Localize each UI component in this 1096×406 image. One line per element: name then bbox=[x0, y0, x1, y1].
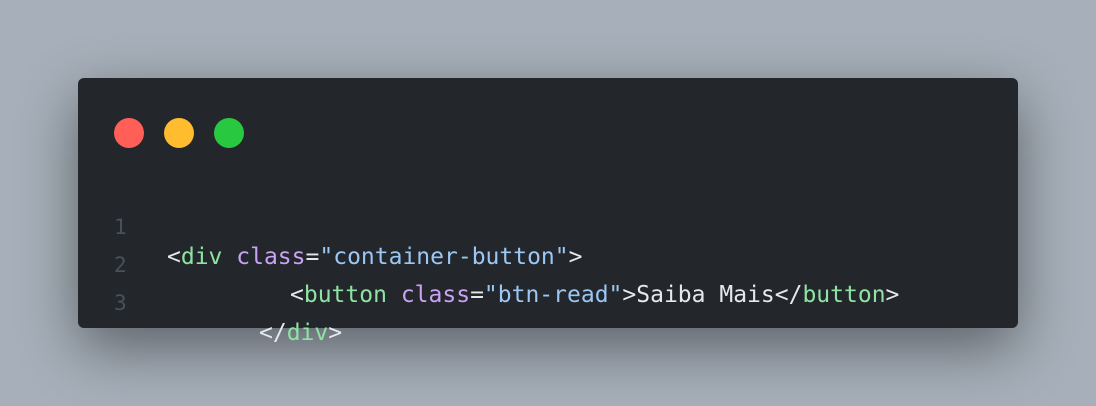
code-text-content: Saiba Mais bbox=[636, 282, 775, 308]
code-string: "container-button" bbox=[319, 244, 569, 270]
code-punct: > bbox=[622, 282, 637, 308]
code-text: <div class="container-button"> bbox=[167, 242, 582, 272]
code-text: </div> bbox=[259, 318, 342, 348]
maximize-window-button[interactable] bbox=[214, 118, 244, 148]
code-window: 1 <div class="container-button"> 2 <butt… bbox=[78, 78, 1018, 346]
code-line-3: 3 </div> bbox=[78, 258, 342, 346]
code-tag: button bbox=[303, 282, 387, 308]
code-punct: < bbox=[290, 282, 304, 308]
line-number: 3 bbox=[114, 291, 127, 315]
code-line-1: 1 <div class="container-button"> bbox=[78, 182, 582, 270]
code-line-2: 2 <button class="btn-read">Saiba Mais</b… bbox=[78, 220, 899, 308]
code-punct: = bbox=[305, 244, 320, 270]
code-punct: </ bbox=[259, 320, 287, 346]
code-punct: > bbox=[328, 320, 343, 346]
code-punct: = bbox=[470, 282, 484, 308]
code-punct: < bbox=[167, 244, 181, 270]
code-tag: div bbox=[286, 320, 329, 346]
minimize-window-button[interactable] bbox=[164, 118, 194, 148]
code-attr: class bbox=[236, 244, 306, 270]
close-window-button[interactable] bbox=[114, 118, 144, 148]
code-string: "btn-read" bbox=[483, 282, 623, 308]
code-punct: > bbox=[568, 244, 583, 270]
code-text: <button class="btn-read">Saiba Mais</but… bbox=[290, 280, 899, 310]
code-punct: > bbox=[885, 282, 900, 308]
code-attr: class bbox=[400, 282, 471, 308]
code-punct: </ bbox=[774, 282, 803, 308]
code-tag: button bbox=[802, 282, 886, 308]
code-tag: div bbox=[180, 244, 223, 270]
